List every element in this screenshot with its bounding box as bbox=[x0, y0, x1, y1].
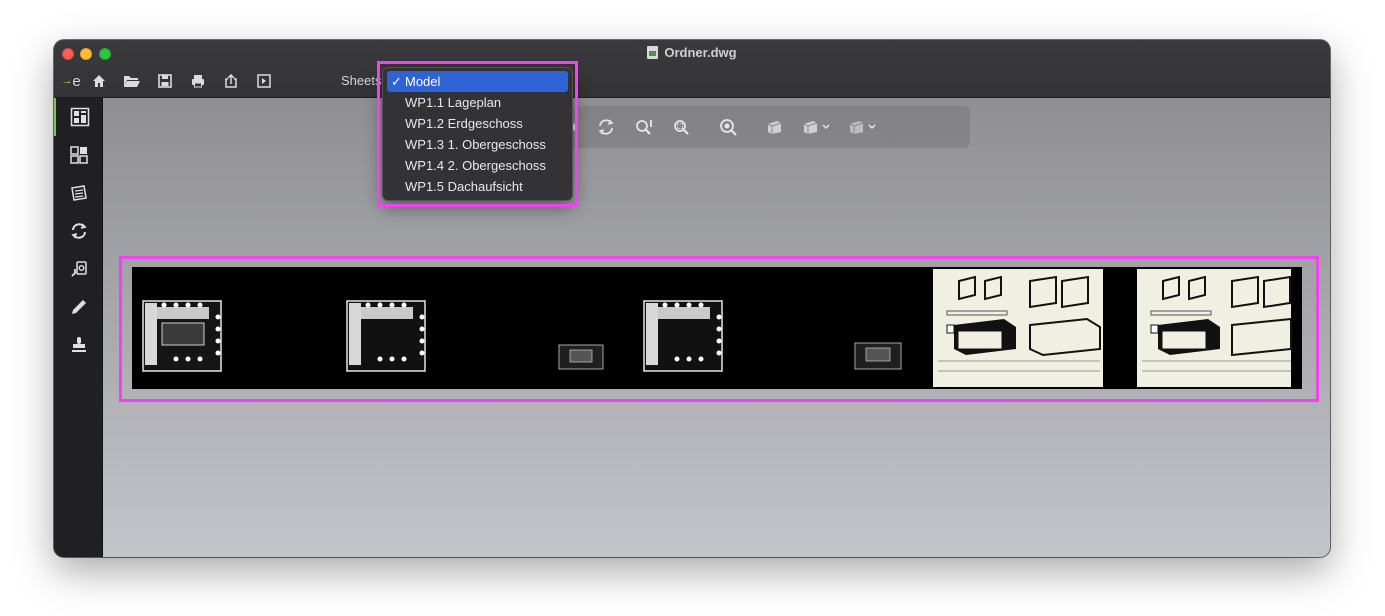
window-title-text: Ordner.dwg bbox=[664, 45, 737, 60]
view-preset-icon[interactable] bbox=[793, 112, 839, 142]
search-icon[interactable] bbox=[54, 250, 103, 288]
sheet-option-lageplan[interactable]: WP1.1 Lageplan bbox=[387, 92, 568, 113]
sheet-option-model[interactable]: ✓ Model bbox=[387, 71, 568, 92]
model-space-drawing[interactable] bbox=[132, 267, 1302, 389]
app-window: Ordner.dwg → e Sheets: ✓ Model WP1.1 Lag… bbox=[54, 40, 1330, 557]
sheet-layout-thumbnail bbox=[1137, 269, 1292, 387]
title-bar: Ordner.dwg → e Sheets: bbox=[54, 40, 1330, 98]
small-plan-thumbnail bbox=[854, 342, 902, 370]
save-icon[interactable] bbox=[148, 70, 181, 92]
floor-plan-thumbnail bbox=[346, 300, 426, 372]
sheet-option-1-obergeschoss[interactable]: WP1.3 1. Obergeschoss bbox=[387, 134, 568, 155]
export-icon[interactable] bbox=[247, 70, 280, 92]
visual-style-icon[interactable] bbox=[839, 112, 885, 142]
check-mark-icon: ✓ bbox=[391, 74, 402, 89]
floor-plan-thumbnail bbox=[142, 300, 222, 372]
home-icon[interactable] bbox=[82, 70, 115, 92]
zoom-window-icon[interactable] bbox=[663, 112, 701, 142]
layouts-icon[interactable] bbox=[54, 136, 103, 174]
stamp-icon[interactable] bbox=[54, 326, 103, 364]
drawing-canvas[interactable] bbox=[103, 98, 1330, 557]
chevron-down-icon bbox=[822, 124, 830, 130]
dwg-file-icon bbox=[647, 46, 659, 59]
chevron-down-icon bbox=[868, 124, 876, 130]
layers-icon[interactable] bbox=[54, 174, 103, 212]
floor-plan-thumbnail bbox=[643, 300, 723, 372]
sheet-layout-thumbnail bbox=[933, 269, 1103, 387]
main-toolbar: → e bbox=[60, 70, 280, 92]
sheet-option-erdgeschoss[interactable]: WP1.2 Erdgeschoss bbox=[387, 113, 568, 134]
left-sidebar bbox=[54, 98, 103, 557]
sheets-label: Sheets: bbox=[341, 73, 386, 88]
compare-icon[interactable] bbox=[54, 212, 103, 250]
sheet-option-dachaufsicht[interactable]: WP1.5 Dachaufsicht bbox=[387, 176, 568, 197]
sheet-option-2-obergeschoss[interactable]: WP1.4 2. Obergeschoss bbox=[387, 155, 568, 176]
print-icon[interactable] bbox=[181, 70, 214, 92]
small-plan-thumbnail bbox=[558, 344, 604, 370]
app-logo-icon[interactable]: → e bbox=[60, 70, 82, 92]
window-title: Ordner.dwg bbox=[54, 45, 1330, 60]
pen-icon[interactable] bbox=[54, 288, 103, 326]
share-icon[interactable] bbox=[214, 70, 247, 92]
orbit-icon[interactable] bbox=[587, 112, 625, 142]
zoom-extents-icon[interactable] bbox=[625, 112, 663, 142]
open-folder-icon[interactable] bbox=[115, 70, 148, 92]
view-cube-icon[interactable] bbox=[755, 112, 793, 142]
zoom-realtime-icon[interactable] bbox=[701, 112, 755, 142]
sheets-dropdown-menu[interactable]: ✓ Model WP1.1 Lageplan WP1.2 Erdgeschoss … bbox=[382, 67, 573, 201]
view-toolbar bbox=[553, 106, 970, 148]
model-view-icon[interactable] bbox=[54, 98, 103, 136]
